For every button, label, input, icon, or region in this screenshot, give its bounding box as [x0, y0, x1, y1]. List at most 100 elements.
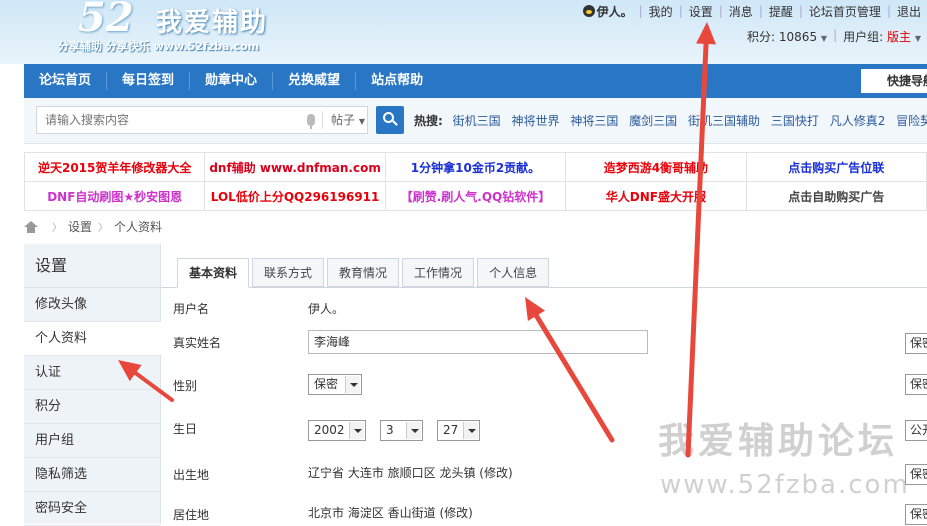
sidebar-item-verification[interactable]: 认证	[24, 356, 160, 390]
birth-month-select[interactable]: 3	[380, 420, 423, 441]
ad-link[interactable]: 造梦西游4衡哥辅助	[565, 152, 747, 182]
account-info: 积分: 10865 ▼ | 用户组: 版主 ▼	[741, 28, 927, 45]
chevron-down-icon	[345, 376, 360, 393]
tab-work[interactable]: 工作情况	[402, 258, 475, 287]
search-button[interactable]	[376, 106, 404, 134]
username-value: 伊人。	[308, 302, 345, 316]
chevron-right-icon: 〉	[52, 223, 62, 234]
birthday-label: 生日	[173, 422, 198, 436]
ad-link[interactable]: DNF自动刷图★秒安图恩	[23, 181, 206, 211]
sidebar-item-points[interactable]: 积分	[24, 390, 160, 424]
search-bar: 帖子 ▼ 热搜: 街机三国 神将世界 神将三国 魔剑三国 街机三国辅助 三国快打…	[24, 98, 927, 144]
hot-searches: 热搜: 街机三国 神将世界 神将三国 魔剑三国 街机三国辅助 三国快打 凡人修真…	[414, 112, 927, 129]
quick-nav-button[interactable]: 快捷导航	[861, 69, 927, 93]
ad-link[interactable]: 华人DNF盛大开服	[565, 181, 747, 211]
profile-tabs: 基本资料 联系方式 教育情况 工作情况 个人信息	[177, 258, 552, 288]
breadcrumb: 〉 设置 〉 个人资料	[24, 218, 162, 235]
birthday-privacy-select[interactable]: 公开	[905, 420, 927, 441]
nav-exchange-prestige[interactable]: 兑换威望	[273, 72, 357, 90]
birthplace-value: 辽宁省 大连市 旅顺口区 龙头镇 (修改)	[308, 466, 513, 480]
tab-education[interactable]: 教育情况	[327, 258, 400, 287]
birth-year-select[interactable]: 2002	[308, 420, 366, 441]
site-header: 52 我爱辅助 分享辅助 分享快乐 www.52fzba.com 伊人。 | 我…	[0, 0, 927, 64]
birth-day-select[interactable]: 27	[437, 420, 480, 441]
ad-link[interactable]: 1分钟拿10金币2贡献。	[384, 152, 567, 182]
realname-label: 真实姓名	[173, 336, 222, 350]
points-link[interactable]: 积分: 10865 ▼	[741, 28, 833, 45]
hot-link[interactable]: 冒险契约	[896, 114, 927, 128]
gender-privacy-select[interactable]: 保密	[905, 374, 927, 395]
my-link[interactable]: 我的	[643, 3, 679, 20]
residence-edit-link[interactable]: (修改)	[439, 506, 472, 520]
nav-forum-home[interactable]: 论坛首页	[24, 72, 108, 90]
watermark-url: www.52fzba.com	[660, 470, 910, 500]
watermark-text: 我爱辅助论坛	[658, 421, 899, 462]
gender-label: 性别	[173, 379, 198, 393]
birthplace-label: 出生地	[173, 468, 210, 482]
search-scope-select[interactable]: 帖子 ▼	[322, 111, 365, 129]
nav-site-help[interactable]: 站点帮助	[356, 72, 438, 90]
ad-link[interactable]: dnf辅助 www.dnfman.com	[204, 152, 386, 182]
residence-value: 北京市 海淀区 香山街道 (修改)	[308, 506, 473, 520]
search-input[interactable]	[37, 107, 287, 133]
user-icon	[582, 4, 595, 17]
hot-link[interactable]: 神将世界	[511, 114, 559, 128]
gender-select[interactable]: 保密	[308, 374, 362, 395]
logout-link[interactable]: 退出	[891, 3, 927, 20]
residence-label: 居住地	[173, 508, 210, 522]
username-label: 用户名	[173, 302, 210, 316]
realname-privacy-select[interactable]: 保密	[905, 333, 927, 354]
chevron-down-icon: ▼	[358, 117, 365, 126]
ad-link[interactable]: 点击自助购买广告	[745, 181, 927, 211]
logo-number[interactable]: 52	[78, 0, 134, 41]
nav-medal-center[interactable]: 勋章中心	[190, 72, 274, 90]
main-nav: 论坛首页 每日签到 勋章中心 兑换威望 站点帮助 快捷导航	[24, 64, 927, 98]
sidebar-item-usergroup[interactable]: 用户组	[24, 424, 160, 458]
ad-link[interactable]: 逆天2015贺羊年修改器大全	[23, 152, 206, 182]
logo-slogan: 分享辅助 分享快乐 www.52fzba.com	[58, 40, 260, 53]
sidebar-item-password[interactable]: 密码安全	[24, 492, 160, 526]
messages-link[interactable]: 消息	[723, 3, 759, 20]
chevron-down-icon	[349, 422, 364, 439]
birthplace-edit-link[interactable]: (修改)	[479, 466, 512, 480]
chevron-right-icon: 〉	[98, 223, 109, 234]
ad-link[interactable]: 【刷赞.刷人气.QQ钻软件】	[384, 181, 567, 211]
username-link[interactable]: 伊人。	[577, 3, 639, 20]
hot-link[interactable]: 三国快打	[771, 114, 819, 128]
home-icon[interactable]	[24, 220, 38, 233]
breadcrumb-settings[interactable]: 设置	[68, 218, 92, 235]
chevron-down-icon: ▼	[914, 34, 921, 43]
chevron-down-icon: ▼	[820, 34, 828, 43]
chevron-down-icon	[406, 422, 421, 439]
microphone-icon[interactable]	[307, 114, 315, 129]
sidebar-item-privacy[interactable]: 隐私筛选	[24, 458, 160, 492]
sidebar-title: 设置	[24, 244, 160, 288]
sidebar-item-avatar[interactable]: 修改头像	[24, 288, 160, 322]
tab-contact[interactable]: 联系方式	[252, 258, 325, 287]
breadcrumb-profile: 个人资料	[114, 220, 163, 234]
logo-name[interactable]: 我爱辅助	[156, 2, 268, 39]
search-box: 帖子 ▼	[36, 106, 368, 134]
hot-link[interactable]: 魔剑三国	[629, 114, 677, 128]
residence-privacy-select[interactable]: 保密	[905, 504, 927, 525]
settings-link[interactable]: 设置	[683, 3, 719, 20]
ad-link[interactable]: 点击购买广告位联	[745, 152, 927, 182]
ad-link[interactable]: LOL低价上分QQ296196911	[204, 181, 386, 211]
forum-admin-link[interactable]: 论坛首页管理	[803, 3, 887, 20]
hot-link[interactable]: 神将三国	[570, 114, 618, 128]
hot-link[interactable]: 街机三国	[453, 114, 501, 128]
ad-banner-table: 逆天2015贺羊年修改器大全 dnf辅助 www.dnfman.com 1分钟拿10…	[23, 152, 927, 211]
hot-link[interactable]: 街机三国辅助	[688, 114, 760, 128]
notifications-link[interactable]: 提醒	[763, 3, 799, 20]
hot-link[interactable]: 凡人修真2	[830, 114, 886, 128]
tab-personal[interactable]: 个人信息	[477, 258, 550, 287]
nav-daily-signin[interactable]: 每日签到	[107, 72, 191, 90]
sidebar-item-profile[interactable]: 个人资料	[24, 322, 162, 356]
hot-label: 热搜:	[414, 114, 443, 128]
tab-basic-info[interactable]: 基本资料	[177, 258, 250, 288]
settings-sidebar: 设置 修改头像 个人资料 认证 积分 用户组 隐私筛选 密码安全	[24, 244, 162, 526]
user-group[interactable]: 用户组: 版主 ▼	[837, 28, 927, 45]
user-toolbar: 伊人。 | 我的 | 设置 | 消息 | 提醒 | 论坛首页管理 | 退出	[577, 2, 927, 20]
chevron-down-icon	[463, 422, 478, 439]
realname-input[interactable]: 李海峰	[308, 330, 648, 354]
